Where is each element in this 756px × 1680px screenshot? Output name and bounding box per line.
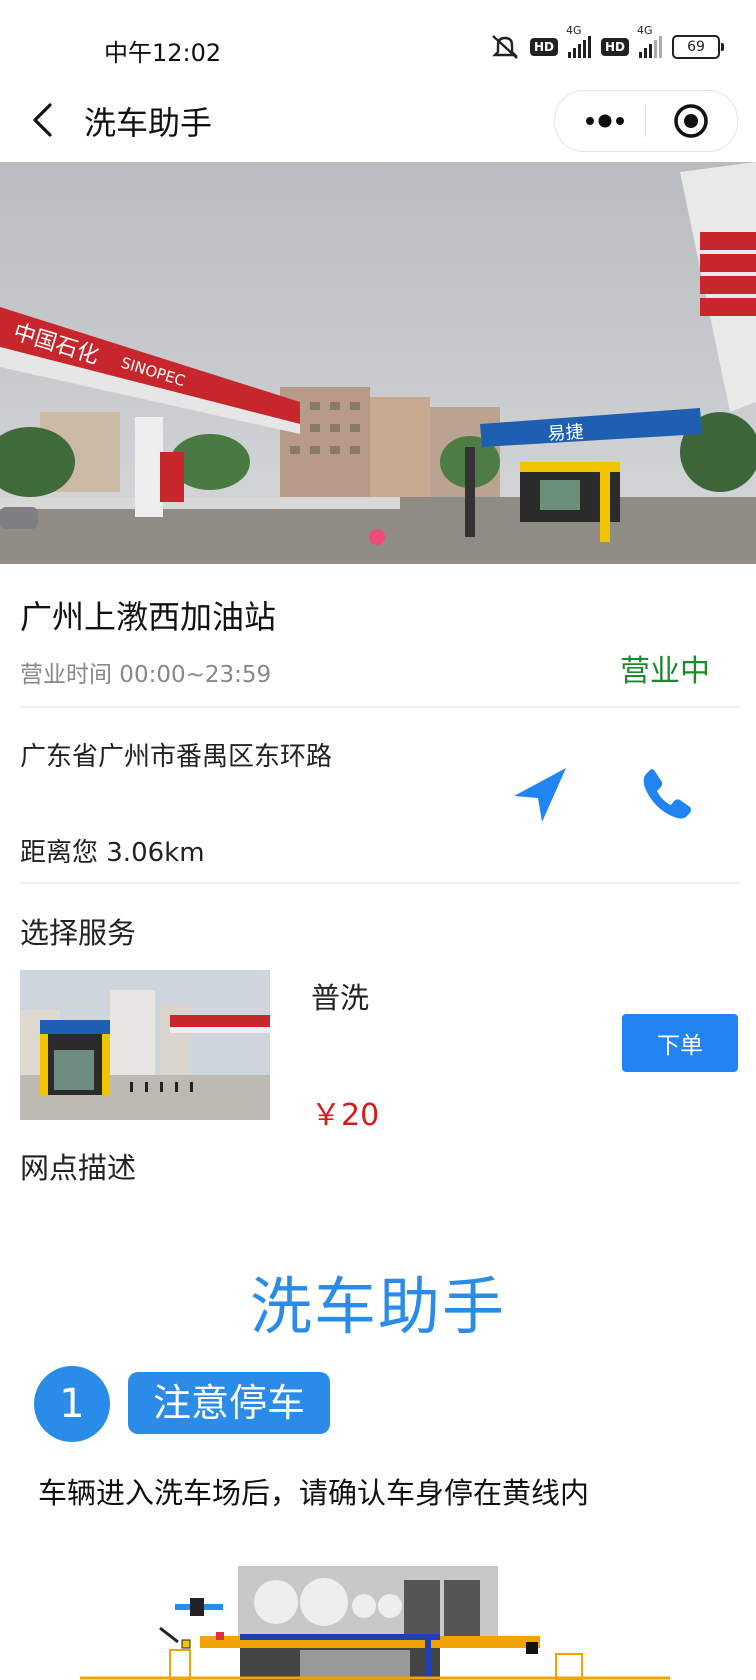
back-icon[interactable] xyxy=(30,102,54,138)
parking-diagram xyxy=(0,1540,756,1680)
battery-icon: 69 xyxy=(672,35,724,59)
step-number: 1 xyxy=(34,1366,110,1442)
signal-icon: 4G xyxy=(637,24,662,58)
target-icon[interactable] xyxy=(673,103,709,139)
service-price: ￥20 xyxy=(311,1098,380,1133)
station-name: 广州上漖西加油站 xyxy=(20,598,277,636)
order-button[interactable]: 下单 xyxy=(622,1014,738,1072)
hd-icon: HD xyxy=(529,38,558,56)
poster-title: 洗车助手 xyxy=(249,1270,506,1343)
page-title: 洗车助手 xyxy=(84,104,213,142)
nav-bar: 洗车助手 xyxy=(0,80,756,162)
carousel-indicator xyxy=(369,529,385,545)
business-hours: 营业时间 00:00~23:59 xyxy=(20,662,272,688)
open-status-badge: 营业中 xyxy=(620,654,710,689)
service-thumbnail xyxy=(20,970,270,1120)
mute-icon xyxy=(492,35,518,59)
divider xyxy=(20,706,740,708)
step-instruction: 车辆进入洗车场后，请确认车身停在黄线内 xyxy=(38,1476,590,1510)
divider xyxy=(20,882,740,884)
service-name: 普洗 xyxy=(311,981,370,1015)
mini-program-capsule xyxy=(554,90,738,152)
service-section-title: 选择服务 xyxy=(20,916,137,950)
station-photo-carousel[interactable]: 中国石化 SINOPEC 易捷 xyxy=(0,162,756,564)
network-label: 4G xyxy=(637,24,653,37)
station-photo: 中国石化 SINOPEC 易捷 xyxy=(0,162,756,564)
step-label: 注意停车 xyxy=(128,1372,330,1434)
station-address: 广东省广州市番禺区东环路 xyxy=(20,742,333,772)
distance-label: 距离您 3.06km xyxy=(20,838,205,868)
network-label: 4G xyxy=(565,24,582,37)
signal-icon: 4G xyxy=(566,24,591,58)
status-time: 中午12:02 xyxy=(104,39,222,67)
more-icon[interactable] xyxy=(583,109,627,133)
hd-icon: HD xyxy=(600,38,629,56)
phone-icon[interactable] xyxy=(640,766,694,820)
description-section-title: 网点描述 xyxy=(20,1151,137,1185)
navigation-arrow-icon[interactable] xyxy=(510,764,570,824)
svg-text:易捷: 易捷 xyxy=(547,422,584,445)
capsule-divider xyxy=(645,105,646,137)
status-icons: HD 4G HD 4G 69 xyxy=(490,24,724,60)
